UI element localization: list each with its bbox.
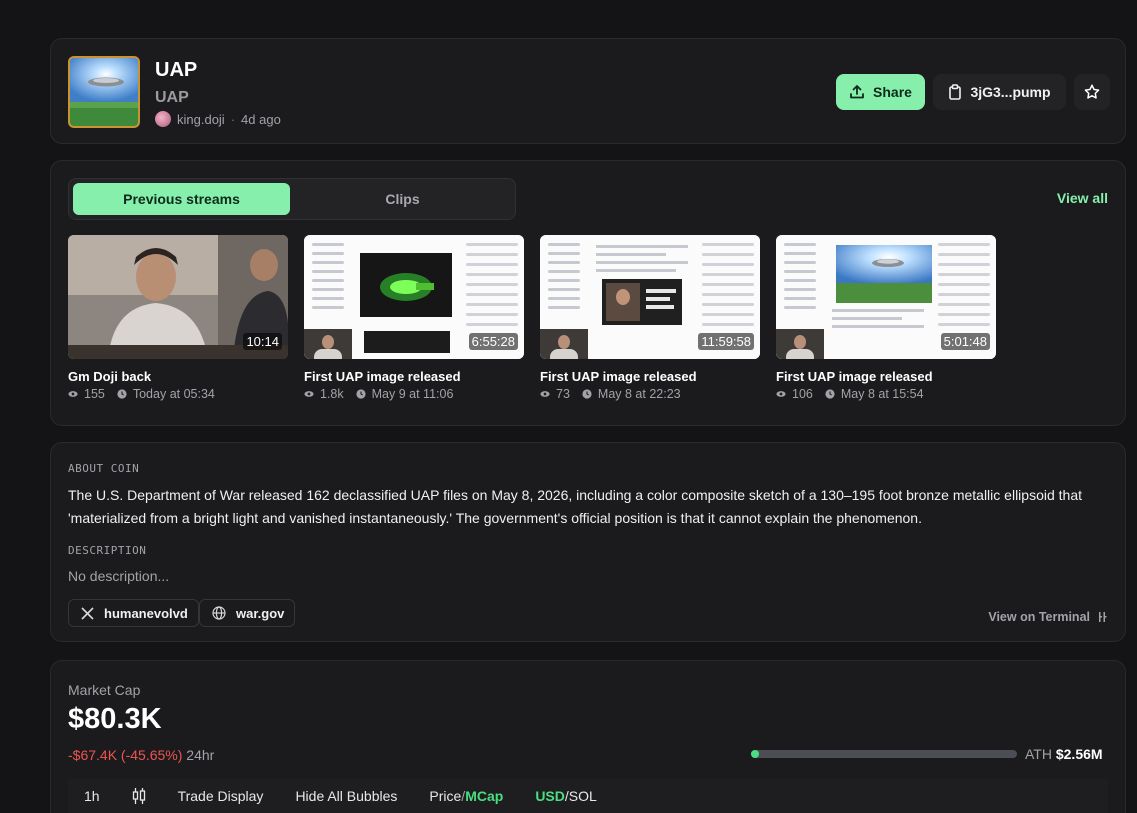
share-button[interactable]: Share xyxy=(836,74,925,110)
created-age: 4d ago xyxy=(241,111,281,127)
upload-icon xyxy=(850,85,864,99)
description-text: No description... xyxy=(68,568,170,584)
stream-meta: 106 May 8 at 15:54 xyxy=(776,387,996,401)
ath-value: $2.56M xyxy=(1055,746,1103,762)
website-link[interactable]: war.gov xyxy=(199,599,296,627)
about-coin-card: ABOUT COIN The U.S. Department of War re… xyxy=(50,442,1126,642)
candlestick-icon xyxy=(132,788,145,804)
separator-dot: · xyxy=(230,111,236,127)
stream-views: 73 xyxy=(556,387,570,401)
clock-icon xyxy=(117,389,127,399)
clock-icon xyxy=(825,389,835,399)
about-coin-text: The U.S. Department of War released 162 … xyxy=(68,487,1082,526)
stream-time: May 9 at 11:06 xyxy=(371,387,454,401)
description-label: DESCRIPTION xyxy=(68,544,147,557)
stream-thumbnail[interactable]: 11:59:58 xyxy=(540,235,760,359)
tab-clips[interactable]: Clips xyxy=(294,183,511,215)
price-option: Price xyxy=(429,788,462,804)
coin-ticker: UAP xyxy=(155,89,189,106)
chart-toolbar: 1h Trade Display Hide All Bubbles Price /… xyxy=(68,779,1108,813)
x-logo-icon xyxy=(81,606,94,620)
mcap-option: MCap xyxy=(465,788,504,804)
change-period: 24hr xyxy=(186,747,215,763)
coin-name: UAP xyxy=(155,59,198,81)
candlestick-toggle[interactable] xyxy=(116,787,162,805)
currency-toggle[interactable]: USD / SOL xyxy=(519,788,612,804)
eye-icon xyxy=(540,391,550,397)
stream-duration: 5:01:48 xyxy=(940,333,990,350)
trade-display-button[interactable]: Trade Display xyxy=(162,788,280,804)
stream-meta: 155 Today at 05:34 xyxy=(68,387,288,401)
star-icon xyxy=(1084,84,1100,99)
share-label: Share xyxy=(873,84,912,100)
terminal-logo-icon xyxy=(1099,612,1107,622)
ath-progress-bar xyxy=(751,750,1017,758)
copy-contract-button[interactable]: 3jG3...pump xyxy=(933,74,1066,110)
stream-duration: 6:55:28 xyxy=(468,333,518,350)
stream-time: Today at 05:34 xyxy=(132,387,215,401)
market-cap-change: -$67.4K (-45.65%) 24hr xyxy=(68,747,214,763)
stream-title[interactable]: First UAP image released xyxy=(540,369,760,384)
stream-title[interactable]: Gm Doji back xyxy=(68,369,288,384)
creator-name[interactable]: king.doji xyxy=(177,112,225,127)
website-url: war.gov xyxy=(236,605,285,621)
market-cap-value: $80.3K xyxy=(68,703,162,735)
stream-thumbnail[interactable]: 5:01:48 xyxy=(776,235,996,359)
sol-option: SOL xyxy=(568,788,597,804)
streams-card: Previous streams Clips View all 10:14 Gm… xyxy=(50,160,1126,426)
ath-readout: ATH $2.56M xyxy=(1025,746,1103,762)
stream-card[interactable]: 11:59:58 First UAP image released 73 May… xyxy=(540,235,760,401)
ath-label: ATH xyxy=(1025,746,1052,762)
stream-time: May 8 at 22:23 xyxy=(597,387,681,401)
stream-card[interactable]: 6:55:28 First UAP image released 1.8k Ma… xyxy=(304,235,524,401)
hide-bubbles-button[interactable]: Hide All Bubbles xyxy=(279,788,413,804)
about-coin-label: ABOUT COIN xyxy=(68,462,140,475)
creator-avatar[interactable] xyxy=(155,111,171,127)
eye-icon xyxy=(776,391,786,397)
stream-card[interactable]: 10:14 Gm Doji back 155 Today at 05:34 xyxy=(68,235,288,401)
change-value: -$67.4K (-45.65%) xyxy=(68,747,183,763)
coin-header-card: UAP UAP king.doji · 4d ago Share 3jG3...… xyxy=(50,38,1126,144)
tab-previous-streams[interactable]: Previous streams xyxy=(73,183,290,215)
clipboard-icon xyxy=(949,84,962,100)
stream-card[interactable]: 5:01:48 First UAP image released 106 May… xyxy=(776,235,996,401)
twitter-link[interactable]: humanevolvd xyxy=(68,599,199,627)
stream-tabs: Previous streams Clips xyxy=(68,178,516,220)
view-all-link[interactable]: View all xyxy=(1057,190,1108,206)
price-mcap-toggle[interactable]: Price / MCap xyxy=(413,788,519,804)
stream-meta: 1.8k May 9 at 11:06 xyxy=(304,387,524,401)
view-on-terminal-label: View on Terminal xyxy=(988,610,1090,624)
stream-duration: 11:59:58 xyxy=(698,333,754,350)
interval-selector[interactable]: 1h xyxy=(68,788,116,804)
view-on-terminal-link[interactable]: View on Terminal xyxy=(988,610,1108,624)
stream-title[interactable]: First UAP image released xyxy=(304,369,524,384)
stream-thumbnail[interactable]: 10:14 xyxy=(68,235,288,359)
market-cap-label: Market Cap xyxy=(68,682,141,698)
contract-address: 3jG3...pump xyxy=(970,84,1051,100)
usd-option: USD xyxy=(535,788,565,804)
clock-icon xyxy=(356,389,366,399)
creator-info: king.doji · 4d ago xyxy=(155,111,281,127)
twitter-handle: humanevolvd xyxy=(104,605,188,621)
stream-thumbnail[interactable]: 6:55:28 xyxy=(304,235,524,359)
globe-icon xyxy=(212,606,226,620)
stream-duration: 10:14 xyxy=(243,333,282,350)
eye-icon xyxy=(68,391,78,397)
stream-views: 106 xyxy=(792,387,813,401)
stream-views: 1.8k xyxy=(320,387,344,401)
eye-icon xyxy=(304,391,314,397)
favorite-button[interactable] xyxy=(1074,74,1110,110)
stream-time: May 8 at 15:54 xyxy=(840,387,924,401)
ath-progress-fill xyxy=(751,750,760,758)
coin-image xyxy=(68,56,140,128)
stream-meta: 73 May 8 at 22:23 xyxy=(540,387,760,401)
clock-icon xyxy=(582,389,592,399)
stream-views: 155 xyxy=(84,387,105,401)
market-cap-card: Market Cap $80.3K -$67.4K (-45.65%) 24hr… xyxy=(50,660,1126,813)
stream-title[interactable]: First UAP image released xyxy=(776,369,996,384)
